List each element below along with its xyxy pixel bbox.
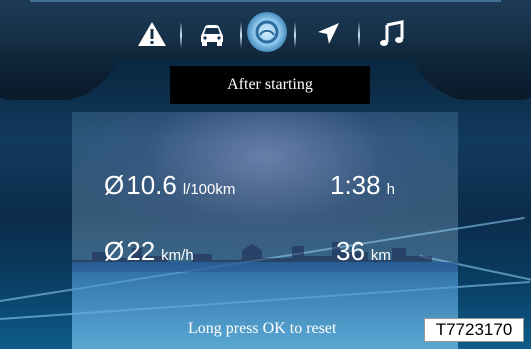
left-cowl: [0, 60, 118, 100]
music-icon[interactable]: [376, 18, 408, 50]
menu-separator: [294, 22, 296, 48]
reset-hint: Long press OK to reset: [188, 320, 337, 337]
menu-separator: [240, 22, 242, 48]
speed-unit: km/h: [161, 247, 194, 264]
distance-value: 36: [336, 236, 365, 266]
cluster-display: After starting Ø10.6 l/100km 1:38 h Ø22 km/…: [0, 0, 531, 349]
time-value: 1:38: [330, 170, 381, 200]
right-cowl: [413, 60, 531, 100]
trip-computer-icon[interactable]: [247, 12, 287, 52]
fuel-value: 10.6: [126, 170, 177, 200]
time-unit: h: [386, 181, 395, 198]
trip-distance: 36 km: [336, 236, 391, 267]
average-symbol: Ø: [104, 236, 125, 266]
figure-code: T7723170: [424, 318, 524, 342]
trip-panel: [72, 112, 458, 349]
average-symbol: Ø: [104, 170, 125, 200]
warning-icon[interactable]: [136, 18, 168, 50]
avg-speed: Ø22 km/h: [104, 236, 194, 267]
distance-unit: km: [370, 247, 391, 264]
navigation-icon[interactable]: [312, 18, 344, 50]
menu-separator: [180, 22, 182, 48]
menu-bar: [0, 0, 531, 58]
fuel-unit: l/100km: [182, 181, 236, 198]
status-label: After starting: [170, 66, 370, 104]
menu-bar-highlight: [30, 0, 501, 2]
speed-value: 22: [126, 236, 156, 266]
avg-fuel-consumption: Ø10.6 l/100km: [104, 170, 235, 201]
vehicle-icon[interactable]: [196, 18, 228, 50]
menu-separator: [358, 22, 360, 48]
driving-time: 1:38 h: [330, 170, 395, 201]
